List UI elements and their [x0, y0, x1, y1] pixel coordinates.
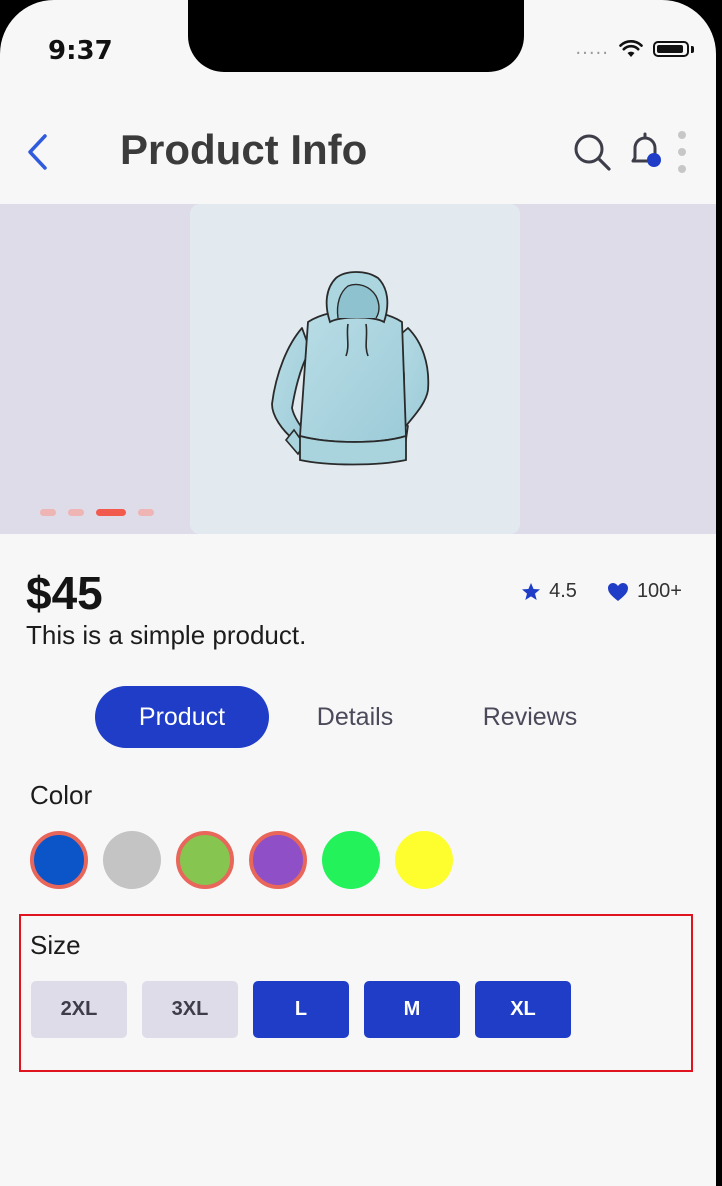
color-swatch[interactable]	[322, 831, 380, 889]
size-option-l[interactable]: L	[253, 981, 349, 1038]
tab-reviews[interactable]: Reviews	[455, 686, 605, 748]
search-button[interactable]	[570, 130, 614, 174]
bell-icon	[631, 132, 661, 167]
device-notch	[188, 0, 524, 72]
size-label: Size	[30, 930, 81, 960]
tab-details[interactable]: Details	[295, 686, 415, 748]
size-option-3xl[interactable]: 3XL	[142, 981, 238, 1038]
heart-icon[interactable]	[607, 582, 629, 602]
back-button[interactable]	[18, 130, 58, 174]
status-time: 9:37	[48, 36, 113, 66]
page-title: Product Info	[120, 126, 368, 173]
wifi-icon	[619, 40, 643, 57]
carousel-indicator[interactable]	[40, 509, 154, 516]
product-price: $45	[26, 567, 103, 619]
hoodie-image	[271, 271, 430, 466]
size-option-2xl[interactable]: 2XL	[31, 981, 127, 1038]
product-description: This is a simple product.	[26, 620, 307, 650]
device-edge	[716, 0, 722, 1186]
product-carousel[interactable]	[0, 204, 716, 534]
rating-value: 4.5	[549, 580, 577, 602]
size-option-m[interactable]: M	[364, 981, 460, 1038]
notifications-button[interactable]	[624, 130, 666, 174]
more-options-button[interactable]	[672, 130, 692, 174]
app-screen: 9:37 ..... Product Info $45 4.5 100+ Thi…	[0, 0, 716, 1186]
tab-product[interactable]: Product	[95, 686, 269, 748]
carousel-dot[interactable]	[40, 509, 56, 516]
likes-count: 100+	[636, 580, 682, 602]
more-vertical-icon	[678, 131, 686, 173]
product-image-card	[190, 204, 520, 534]
product-tabs: Product Details Reviews	[95, 686, 655, 748]
size-option-xl[interactable]: XL	[475, 981, 571, 1038]
product-stats: 4.5 100+	[521, 580, 682, 603]
color-swatch[interactable]	[249, 831, 307, 889]
carousel-dot[interactable]	[138, 509, 154, 516]
search-icon	[574, 134, 611, 171]
color-swatch[interactable]	[30, 831, 88, 889]
status-icons: .....	[575, 40, 694, 58]
color-swatch[interactable]	[103, 831, 161, 889]
app-header: Product Info	[0, 110, 716, 190]
battery-icon	[653, 41, 689, 57]
signal-icon: .....	[575, 38, 609, 59]
chevron-left-icon	[28, 134, 47, 170]
color-swatch[interactable]	[176, 831, 234, 889]
star-icon	[522, 582, 541, 600]
carousel-dot[interactable]	[68, 509, 84, 516]
battery-cap	[691, 45, 694, 53]
carousel-dot[interactable]	[96, 509, 126, 516]
color-swatch[interactable]	[395, 831, 453, 889]
color-label: Color	[30, 780, 93, 810]
